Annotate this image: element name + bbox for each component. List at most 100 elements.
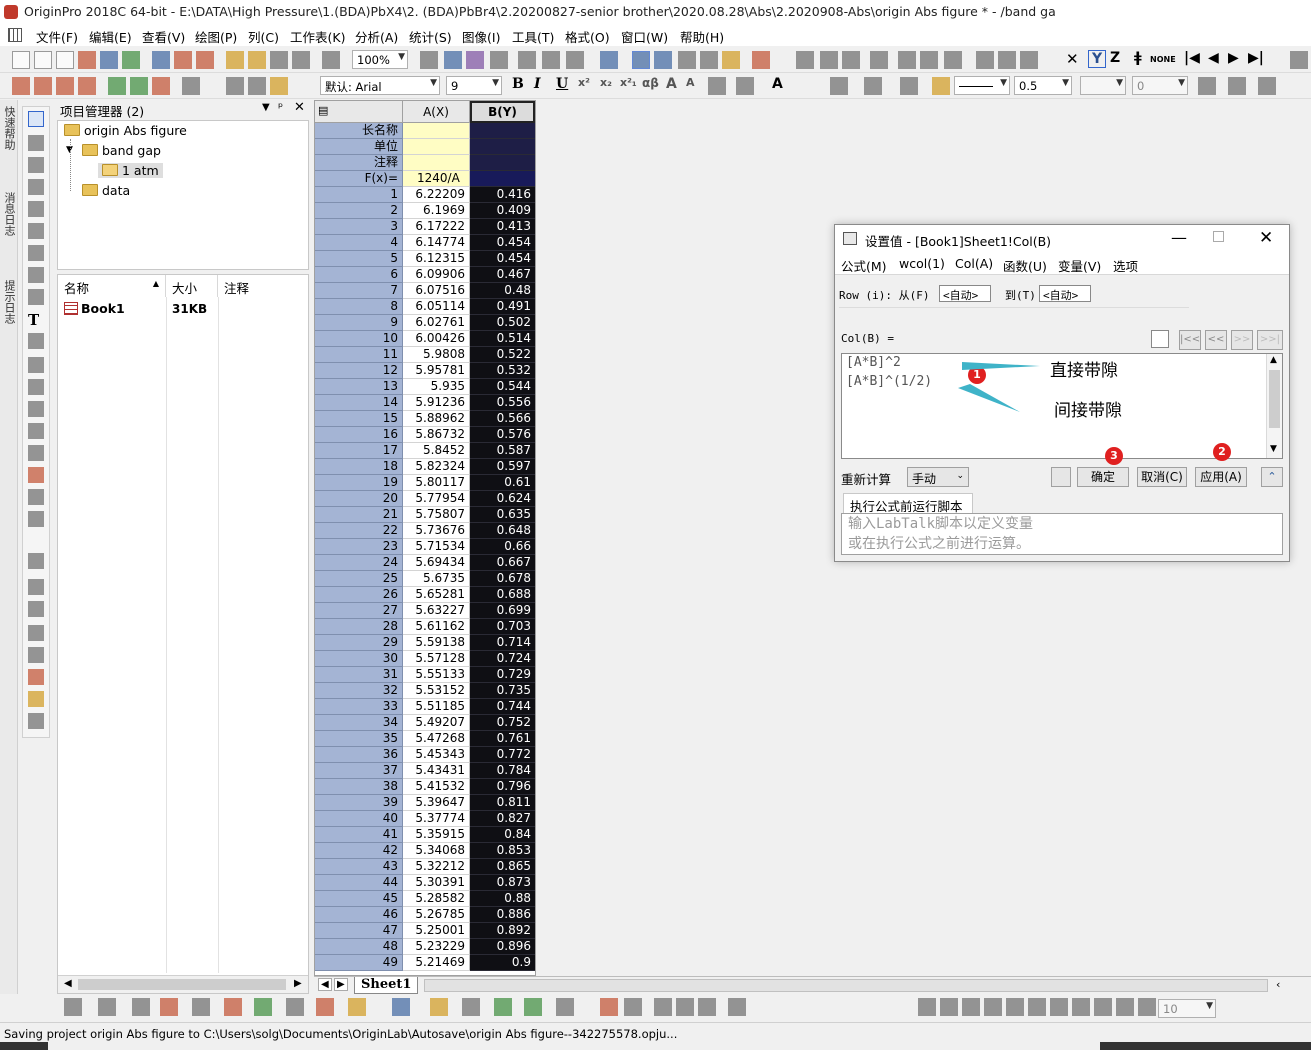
- row-number[interactable]: 38: [315, 779, 403, 795]
- italic-button[interactable]: I: [534, 76, 541, 92]
- polar-plot-icon[interactable]: [286, 998, 304, 1016]
- row-number[interactable]: 7: [315, 283, 403, 299]
- cell-a[interactable]: 5.26785: [403, 907, 470, 923]
- columns-icon[interactable]: [736, 77, 754, 95]
- filter-icon[interactable]: [976, 51, 994, 69]
- cell-a[interactable]: 6.22209: [403, 187, 470, 203]
- cell-b[interactable]: 0.624: [470, 491, 535, 507]
- scroll-down-icon[interactable]: ▼: [1270, 444, 1277, 454]
- cell-a[interactable]: 6.17222: [403, 219, 470, 235]
- row-number[interactable]: 1: [315, 187, 403, 203]
- import-multiple-icon[interactable]: [34, 77, 52, 95]
- cell-b[interactable]: 0.88: [470, 891, 535, 907]
- menu-column[interactable]: 列(C): [248, 27, 279, 46]
- align-middle-icon[interactable]: [1006, 998, 1024, 1016]
- cell-b[interactable]: 0.556: [470, 395, 535, 411]
- save-icon[interactable]: [270, 51, 288, 69]
- scroll-thumb[interactable]: [78, 979, 286, 990]
- rescale-icon[interactable]: [676, 998, 694, 1016]
- cell-b[interactable]: 0.648: [470, 523, 535, 539]
- row-number[interactable]: 18: [315, 459, 403, 475]
- pin-icon[interactable]: ᵖ: [278, 100, 283, 114]
- dialog-menu-wcol[interactable]: wcol(1): [899, 256, 945, 271]
- menu-image[interactable]: 图像(I): [462, 27, 500, 46]
- add-layer-icon[interactable]: [728, 998, 746, 1016]
- sheet-next-icon[interactable]: ▶: [334, 978, 348, 991]
- dialog-menu-variable[interactable]: 变量(V): [1058, 256, 1101, 275]
- align-top-icon[interactable]: [984, 998, 1002, 1016]
- menu-file[interactable]: 文件(F): [36, 27, 78, 46]
- menu-view[interactable]: 查看(V): [142, 27, 185, 46]
- cell-a[interactable]: 5.49207: [403, 715, 470, 731]
- cell-b[interactable]: 0.48: [470, 283, 535, 299]
- font-color-icon[interactable]: A: [772, 76, 783, 92]
- copy-format-icon[interactable]: [28, 511, 44, 527]
- apps-icon[interactable]: [722, 51, 740, 69]
- cell-b[interactable]: 0.761: [470, 731, 535, 747]
- col-header-name[interactable]: 名称 ▲: [58, 275, 166, 297]
- nav-first-button[interactable]: |<<: [1179, 330, 1201, 350]
- column-plot-icon[interactable]: [160, 998, 178, 1016]
- scatter-plot-icon[interactable]: [98, 998, 116, 1016]
- cell-a[interactable]: 5.71534: [403, 539, 470, 555]
- code-builder-icon[interactable]: [490, 51, 508, 69]
- cell-b[interactable]: 0.84: [470, 827, 535, 843]
- new-function-icon[interactable]: [122, 51, 140, 69]
- cell-a[interactable]: 5.59138: [403, 635, 470, 651]
- cell-a[interactable]: 6.1969: [403, 203, 470, 219]
- increase-font-icon[interactable]: A: [666, 76, 677, 92]
- tree-folder-band-gap[interactable]: band gap: [82, 143, 161, 158]
- line-color-icon[interactable]: [900, 77, 918, 95]
- horizontal-scrollbar[interactable]: ◀ ▶: [58, 975, 308, 993]
- cell-a[interactable]: 5.32212: [403, 859, 470, 875]
- same-size-icon[interactable]: [1094, 998, 1112, 1016]
- row-number[interactable]: 23: [315, 539, 403, 555]
- export-icon[interactable]: [28, 691, 44, 707]
- header-cell-a[interactable]: 1240/A: [403, 171, 470, 187]
- header-cell-a[interactable]: [403, 123, 470, 139]
- cell-a[interactable]: 5.91236: [403, 395, 470, 411]
- bar-plot-icon[interactable]: [224, 998, 242, 1016]
- zoom-combo[interactable]: 100% ▼: [352, 50, 408, 69]
- filter-settings-icon[interactable]: [1020, 51, 1038, 69]
- zoom-out-icon[interactable]: [28, 157, 44, 173]
- recalculate-select[interactable]: 手动 ⌄: [907, 467, 969, 487]
- cell-b[interactable]: 0.752: [470, 715, 535, 731]
- row-to-input[interactable]: <自动>: [1039, 285, 1091, 302]
- column-chart-icon[interactable]: [898, 51, 916, 69]
- row-number[interactable]: 43: [315, 859, 403, 875]
- select-all-icon[interactable]: ▤: [318, 104, 328, 117]
- header-row-label[interactable]: 单位: [315, 139, 403, 155]
- messages-icon[interactable]: [632, 51, 650, 69]
- header-cell-a[interactable]: [403, 139, 470, 155]
- data-connector-icon[interactable]: [108, 77, 126, 95]
- same-height-icon[interactable]: [1072, 998, 1090, 1016]
- cell-b[interactable]: 0.544: [470, 379, 535, 395]
- row-number[interactable]: 14: [315, 395, 403, 411]
- cell-b[interactable]: 0.784: [470, 763, 535, 779]
- header-row-label[interactable]: 注释: [315, 155, 403, 171]
- cell-a[interactable]: 6.00426: [403, 331, 470, 347]
- bar-chart-icon[interactable]: [920, 51, 938, 69]
- recalculate-icon[interactable]: [322, 51, 340, 69]
- cell-b[interactable]: 0.744: [470, 699, 535, 715]
- nav-prev-button[interactable]: <<: [1205, 330, 1227, 350]
- value-combo[interactable]: 0 ▼: [1132, 76, 1188, 95]
- results-log-icon[interactable]: [542, 51, 560, 69]
- cell-a[interactable]: 5.95781: [403, 363, 470, 379]
- row-number[interactable]: 20: [315, 491, 403, 507]
- cell-b[interactable]: 0.724: [470, 651, 535, 667]
- refresh-icon[interactable]: [444, 51, 462, 69]
- import-icon[interactable]: [12, 77, 30, 95]
- load-script-icon[interactable]: [1051, 467, 1071, 487]
- copy-icon[interactable]: [248, 77, 266, 95]
- layout-icon[interactable]: [566, 51, 584, 69]
- cell-a[interactable]: 5.43431: [403, 763, 470, 779]
- object-manager-icon[interactable]: [654, 51, 672, 69]
- cell-a[interactable]: 5.28582: [403, 891, 470, 907]
- cell-b[interactable]: 0.576: [470, 427, 535, 443]
- cell-a[interactable]: 5.45343: [403, 747, 470, 763]
- cell-b[interactable]: 0.532: [470, 363, 535, 379]
- cell-a[interactable]: 6.05114: [403, 299, 470, 315]
- previous-column-icon[interactable]: ◀: [1208, 50, 1219, 66]
